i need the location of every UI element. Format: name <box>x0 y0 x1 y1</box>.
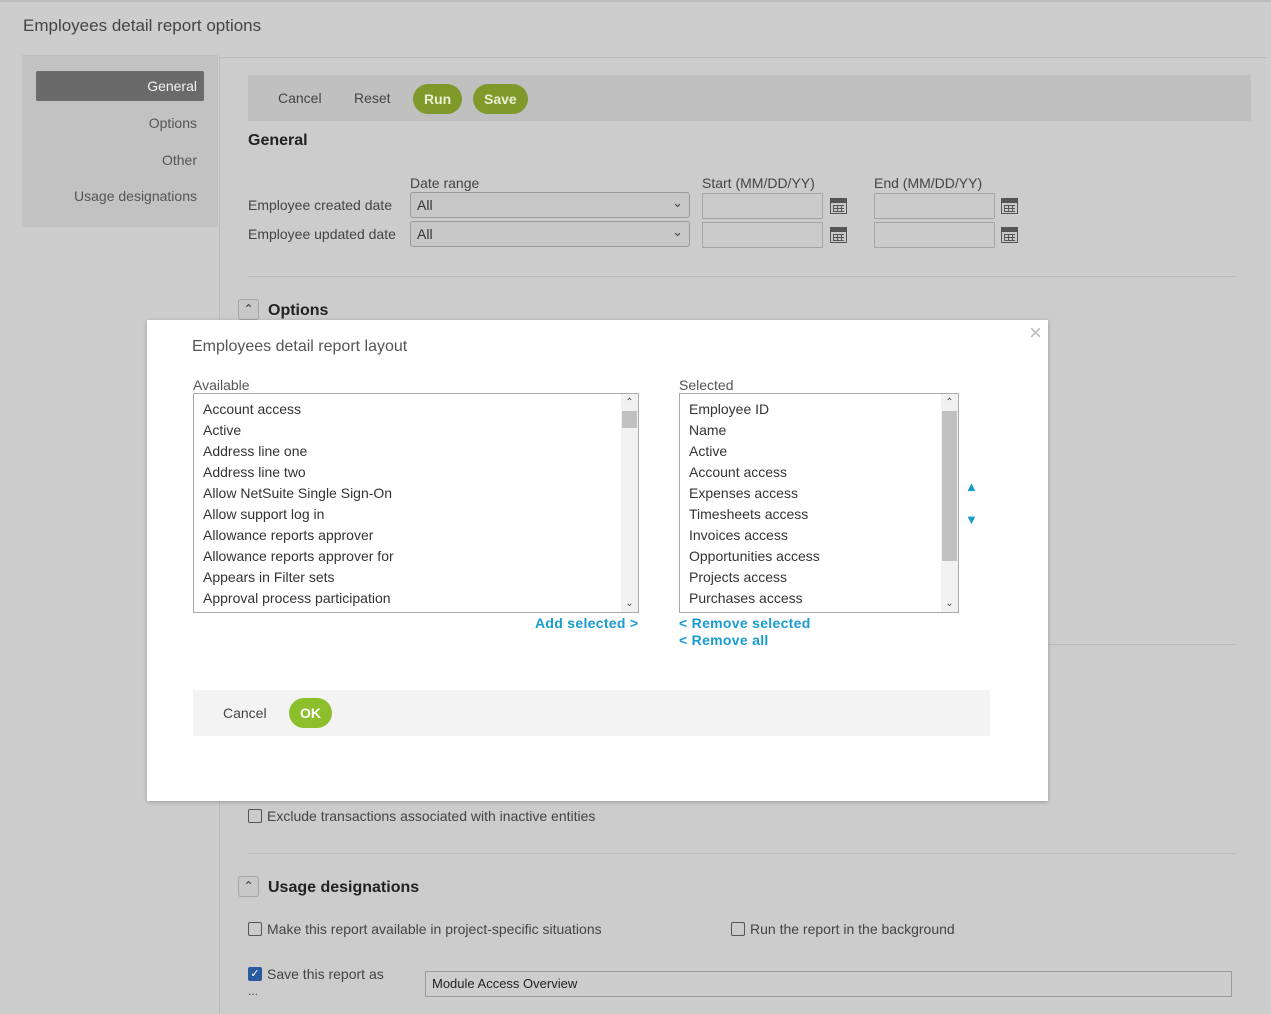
created-end-date-input[interactable] <box>874 193 995 219</box>
save-as-ellipsis: ... <box>248 984 259 998</box>
created-start-date-input[interactable] <box>702 193 823 219</box>
divider <box>248 853 1236 854</box>
scroll-down-icon[interactable]: ⌄ <box>621 595 638 612</box>
available-list-item[interactable]: Allowance reports approver for <box>194 546 621 567</box>
selected-list-item[interactable]: Opportunities access <box>680 546 941 567</box>
run-button[interactable]: Run <box>413 84 463 114</box>
left-nav: General Options Other Usage designations <box>22 55 218 227</box>
calendar-icon[interactable] <box>830 227 847 243</box>
available-list-item[interactable]: Allow support log in <box>194 504 621 525</box>
selected-items: Employee ID Name Active Account access Expen… <box>680 399 941 609</box>
updated-end-date-input[interactable] <box>874 222 995 248</box>
scroll-down-icon[interactable]: ⌄ <box>941 595 958 612</box>
cancel-button[interactable]: Cancel <box>278 90 322 106</box>
calendar-icon[interactable] <box>1001 198 1018 214</box>
selected-list-item[interactable]: Account access <box>680 462 941 483</box>
end-date-header: End (MM/DD/YY) <box>874 175 983 191</box>
chevron-down-icon: ⌄ <box>672 224 683 239</box>
selected-list-item[interactable]: Expenses access <box>680 483 941 504</box>
available-listbox[interactable]: Account access Active Address line one Addr… <box>193 393 639 613</box>
nav-item-options[interactable]: Options <box>149 108 204 138</box>
scroll-thumb[interactable] <box>942 411 957 561</box>
exclude-inactive-checkbox[interactable] <box>248 809 262 823</box>
move-down-icon[interactable]: ▼ <box>965 512 978 527</box>
remove-all-link[interactable]: < Remove all <box>679 632 769 648</box>
updated-date-label: Employee updated date <box>248 226 396 242</box>
available-label: Available <box>193 377 250 393</box>
page-title: Employees detail report options <box>23 16 262 35</box>
background-checkbox[interactable] <box>731 922 745 936</box>
created-date-range-value: All <box>417 197 433 213</box>
selected-list-item[interactable]: Projects access <box>680 567 941 588</box>
selected-list-item[interactable]: Invoices access <box>680 525 941 546</box>
project-specific-checkbox[interactable] <box>248 922 262 936</box>
divider <box>248 276 1236 277</box>
project-specific-label: Make this report available in project-sp… <box>267 921 602 937</box>
created-date-label: Employee created date <box>248 197 392 213</box>
available-scrollbar[interactable]: ⌃ ⌄ <box>621 394 638 612</box>
nav-item-general[interactable]: General <box>36 71 204 101</box>
report-name-input[interactable]: Module Access Overview <box>425 971 1232 997</box>
remove-selected-link[interactable]: < Remove selected <box>679 615 811 631</box>
scroll-thumb[interactable] <box>622 411 637 428</box>
nav-item-usage-designations[interactable]: Usage designations <box>74 181 204 211</box>
nav-item-other[interactable]: Other <box>162 145 204 175</box>
collapse-options-icon[interactable]: ⌃ <box>238 299 259 320</box>
available-list-item[interactable]: Approval process participation <box>194 588 621 609</box>
scroll-up-icon[interactable]: ⌃ <box>941 394 958 411</box>
selected-list-item[interactable]: Timesheets access <box>680 504 941 525</box>
exclude-inactive-label: Exclude transactions associated with ina… <box>267 808 596 824</box>
add-selected-link[interactable]: Add selected > <box>535 615 638 631</box>
modal-footer: Cancel OK <box>193 690 990 736</box>
available-list-item[interactable]: Address line two <box>194 462 621 483</box>
available-list-item[interactable]: Account access <box>194 399 621 420</box>
start-date-header: Start (MM/DD/YY) <box>702 175 815 191</box>
layout-modal: × Employees detail report layout Availab… <box>147 320 1048 801</box>
usage-section-title: Usage designations <box>268 879 420 896</box>
calendar-icon[interactable] <box>830 198 847 214</box>
available-list-item[interactable]: Address line one <box>194 441 621 462</box>
modal-cancel-button[interactable]: Cancel <box>223 705 267 721</box>
background-label: Run the report in the background <box>750 921 955 937</box>
collapse-usage-icon[interactable]: ⌃ <box>238 876 259 897</box>
selected-list-item[interactable]: Name <box>680 420 941 441</box>
general-section-title: General <box>248 132 308 149</box>
selected-label: Selected <box>679 377 734 393</box>
available-list-item[interactable]: Appears in Filter sets <box>194 567 621 588</box>
updated-start-date-input[interactable] <box>702 222 823 248</box>
selected-list-item[interactable]: Employee ID <box>680 399 941 420</box>
selected-list-item[interactable]: Active <box>680 441 941 462</box>
save-button[interactable]: Save <box>473 84 528 114</box>
move-up-icon[interactable]: ▲ <box>965 479 978 494</box>
save-as-checkbox[interactable]: ✓ <box>248 967 262 981</box>
ok-button[interactable]: OK <box>289 698 332 728</box>
reset-button[interactable]: Reset <box>354 90 391 106</box>
date-range-header: Date range <box>410 175 480 191</box>
chevron-down-icon: ⌄ <box>672 195 683 210</box>
top-border <box>0 0 1271 2</box>
available-list-item[interactable]: Allow NetSuite Single Sign-On <box>194 483 621 504</box>
selected-scrollbar[interactable]: ⌃ ⌄ <box>941 394 958 612</box>
available-list-item[interactable]: Active <box>194 420 621 441</box>
updated-date-range-select[interactable]: All ⌄ <box>410 221 690 247</box>
modal-title: Employees detail report layout <box>192 338 408 355</box>
available-items: Account access Active Address line one Addr… <box>194 399 621 609</box>
toolbar: Cancel Reset Run Save <box>248 75 1251 121</box>
selected-listbox[interactable]: Employee ID Name Active Account access Expen… <box>679 393 959 613</box>
updated-date-range-value: All <box>417 226 433 242</box>
divider <box>1048 644 1236 645</box>
created-date-range-select[interactable]: All ⌄ <box>410 192 690 218</box>
calendar-icon[interactable] <box>1001 227 1018 243</box>
selected-list-item[interactable]: Purchases access <box>680 588 941 609</box>
options-section-title: Options <box>268 302 329 319</box>
close-icon[interactable]: × <box>1029 320 1042 346</box>
scroll-up-icon[interactable]: ⌃ <box>621 394 638 411</box>
available-list-item[interactable]: Allowance reports approver <box>194 525 621 546</box>
save-as-label: Save this report as <box>267 966 384 982</box>
